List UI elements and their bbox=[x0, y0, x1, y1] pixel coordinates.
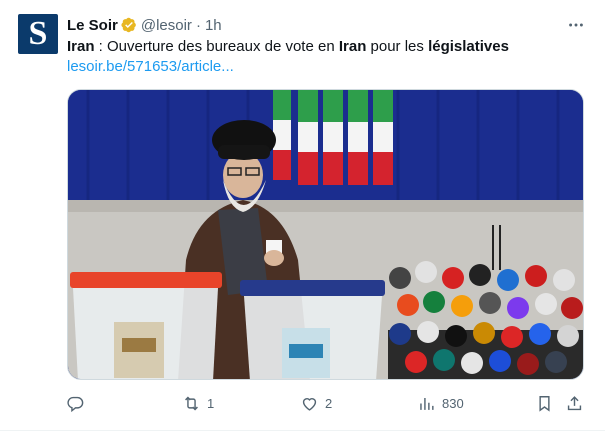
views-button[interactable]: 830 bbox=[417, 390, 464, 416]
reply-button[interactable] bbox=[66, 390, 91, 416]
iran-flags bbox=[273, 90, 393, 185]
separator-dot: · bbox=[195, 16, 201, 34]
text-segment: : Ouverture des bureaux de vote en bbox=[94, 38, 339, 55]
bookmark-icon bbox=[539, 395, 550, 412]
views-icon bbox=[420, 397, 434, 410]
share-icon bbox=[567, 395, 582, 410]
retweet-button[interactable]: 1 bbox=[182, 390, 214, 416]
reply-icon bbox=[67, 396, 84, 412]
share-button[interactable] bbox=[565, 390, 584, 416]
ballot-box-right bbox=[240, 280, 385, 379]
bookmark-button[interactable] bbox=[535, 390, 554, 416]
like-count: 2 bbox=[325, 395, 333, 411]
retweet-count: 1 bbox=[207, 395, 215, 411]
article-link[interactable]: lesoir.be/571653/article... bbox=[67, 57, 234, 77]
tweet-header: Le Soir @lesoir · 1h bbox=[67, 15, 222, 35]
verified-icon bbox=[121, 17, 137, 33]
like-icon bbox=[302, 397, 317, 411]
hashtag-iran: Iran bbox=[67, 38, 95, 55]
author-handle[interactable]: @lesoir bbox=[141, 17, 192, 34]
tweet-card[interactable]: S Le Soir @lesoir · 1h Iran : Ouverture … bbox=[0, 0, 605, 431]
author-name[interactable]: Le Soir bbox=[67, 17, 118, 34]
avatar[interactable]: S bbox=[18, 14, 58, 54]
keyword-legislatives: législatives bbox=[428, 38, 509, 55]
avatar-logo-letter: S bbox=[28, 15, 48, 52]
timestamp[interactable]: 1h bbox=[205, 17, 222, 34]
views-count: 830 bbox=[442, 395, 464, 411]
keyword-iran: Iran bbox=[338, 38, 367, 55]
ballot-box-left bbox=[70, 272, 222, 379]
more-icon[interactable] bbox=[566, 15, 586, 35]
photo-illustration bbox=[68, 90, 583, 379]
text-segment: pour les bbox=[366, 38, 429, 55]
retweet-icon bbox=[185, 396, 198, 410]
tweet-photo[interactable] bbox=[67, 89, 584, 380]
action-bar: 1 2 830 bbox=[57, 390, 597, 416]
like-button[interactable]: 2 bbox=[300, 390, 332, 416]
tweet-text: Iran : Ouverture des bureaux de vote en … bbox=[67, 37, 587, 57]
